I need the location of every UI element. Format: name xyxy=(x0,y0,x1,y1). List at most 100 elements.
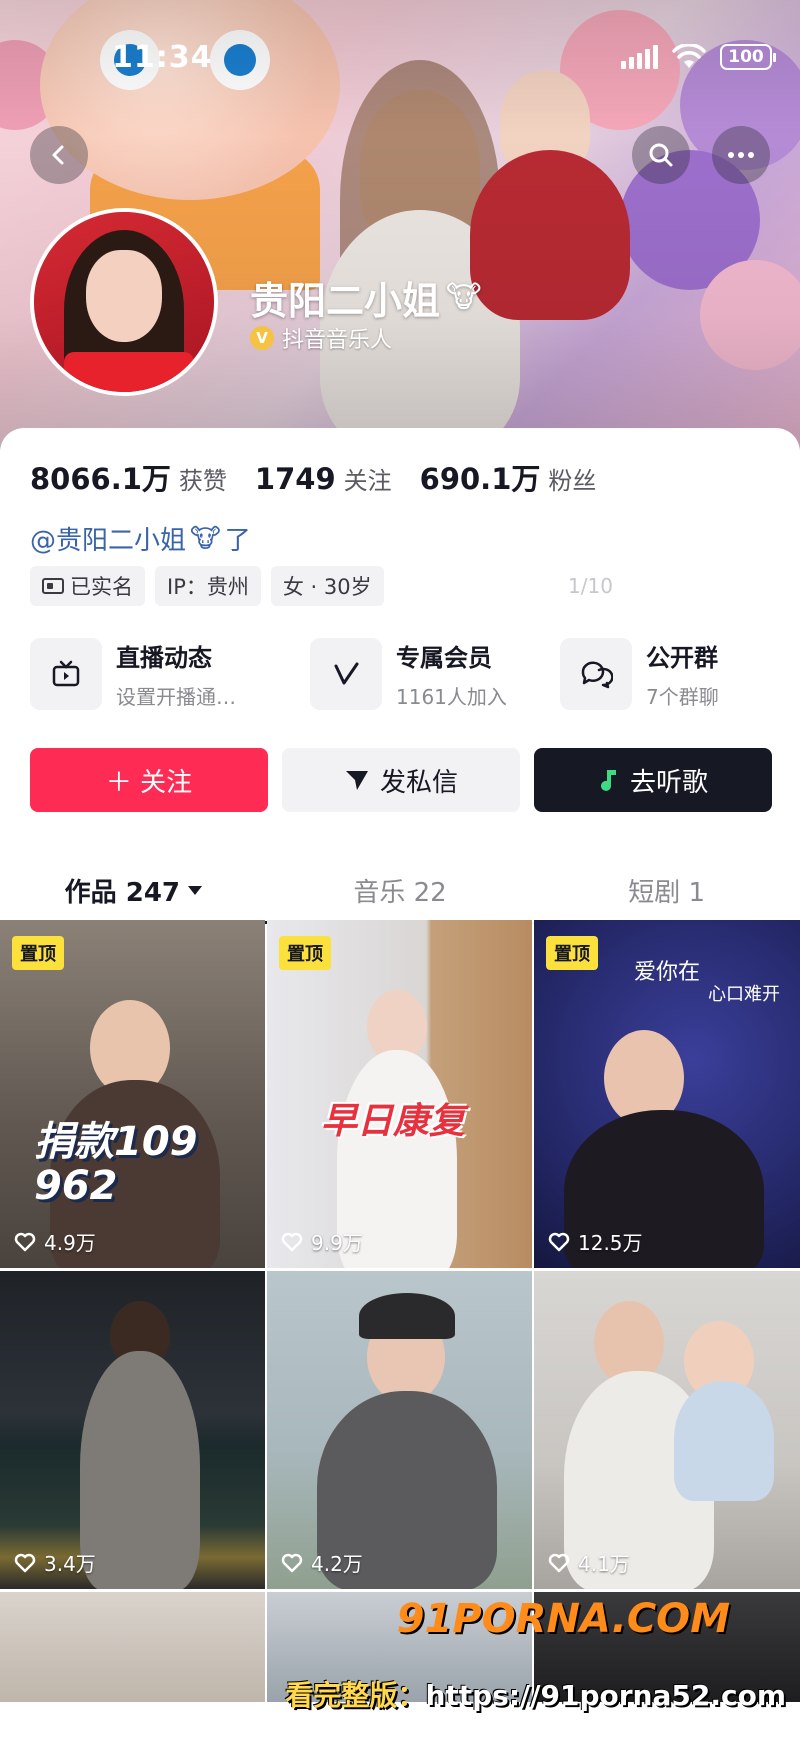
tv-icon xyxy=(30,638,102,710)
faded-text: 1/10 xyxy=(568,574,613,598)
nickname-text: 贵阳二小姐 xyxy=(250,279,441,323)
bio[interactable]: @贵阳二小姐 🐮 了 xyxy=(30,520,251,557)
feature-title: 直播动态 xyxy=(116,644,212,672)
like-count: 4.9万 xyxy=(14,1227,96,1256)
action-buttons: ＋ 关注 发私信 去听歌 xyxy=(30,748,772,812)
heart-icon xyxy=(281,1553,303,1572)
music-note-icon xyxy=(600,770,616,791)
stat-value: 690.1万 xyxy=(419,462,541,496)
chat-bubbles-icon xyxy=(560,638,632,710)
chevron-left-icon xyxy=(52,145,64,165)
like-value: 12.5万 xyxy=(578,1231,643,1255)
avatar-face xyxy=(86,250,162,342)
status-bar: 11:34 100 xyxy=(0,40,800,80)
feature-title: 专属会员 xyxy=(396,644,492,672)
verified-badge-icon: V xyxy=(250,326,274,350)
like-value: 3.4万 xyxy=(44,1552,96,1576)
v-icon xyxy=(310,638,382,710)
stat-likes[interactable]: 8066.1万 获赞 xyxy=(30,456,227,498)
follow-label: ＋ 关注 xyxy=(105,767,193,798)
like-value: 4.9万 xyxy=(44,1231,96,1255)
listen-music-button[interactable]: 去听歌 xyxy=(534,748,772,812)
feature-membership[interactable]: 专属会员 1161人加入 xyxy=(310,638,507,710)
wifi-icon xyxy=(672,44,706,68)
video-card[interactable]: 4.1万 xyxy=(534,1271,800,1589)
tag-verified-realname[interactable]: 已实名 xyxy=(30,566,145,606)
pinned-badge: 置顶 xyxy=(12,936,64,970)
tag-label: IP：贵州 xyxy=(167,575,249,599)
heart-icon xyxy=(14,1553,36,1572)
bio-mention: @贵阳二小姐 xyxy=(30,526,187,556)
video-card[interactable]: 置顶 早日康复 9.9万 xyxy=(267,920,532,1268)
stat-following[interactable]: 1749 关注 xyxy=(255,461,392,496)
like-count: 4.2万 xyxy=(281,1548,363,1577)
avatar[interactable] xyxy=(30,208,218,396)
more-dots-icon xyxy=(728,152,754,158)
pinned-badge: 置顶 xyxy=(279,936,331,970)
video-card[interactable]: 3.4万 xyxy=(0,1271,265,1589)
tab-label: 短剧 1 xyxy=(628,878,706,908)
cow-emoji-icon: 🐮 xyxy=(190,523,221,554)
stat-value: 8066.1万 xyxy=(30,462,171,496)
feature-subtitle: 1161人加入 xyxy=(396,685,507,709)
search-button[interactable] xyxy=(632,126,690,184)
follow-button[interactable]: ＋ 关注 xyxy=(30,748,268,812)
profile-nickname: 贵阳二小姐 🐮 xyxy=(250,270,482,325)
feature-live[interactable]: 直播动态 设置开播通… xyxy=(30,638,236,710)
tab-music[interactable]: 音乐 22 xyxy=(267,858,534,923)
music-label: 去听歌 xyxy=(629,767,708,798)
more-button[interactable] xyxy=(712,126,770,184)
video-overlay-text: 捐款109 962 xyxy=(34,1119,198,1209)
search-icon xyxy=(649,143,673,167)
video-card[interactable] xyxy=(0,1592,265,1702)
verify-label: 抖音音乐人 xyxy=(282,328,393,353)
video-overlay-subtext: 心口难开 xyxy=(708,984,780,1005)
tag-ip-location: IP：贵州 xyxy=(155,566,261,606)
verify-row[interactable]: V 抖音音乐人 xyxy=(250,322,392,354)
video-card[interactable]: 4.2万 xyxy=(267,1271,532,1589)
id-card-icon xyxy=(42,578,64,594)
tab-short-drama[interactable]: 短剧 1 xyxy=(533,858,800,923)
like-count: 12.5万 xyxy=(548,1227,643,1256)
video-card[interactable]: 置顶 捐款109 962 4.9万 xyxy=(0,920,265,1268)
battery-icon: 100 xyxy=(720,44,776,70)
heart-icon xyxy=(548,1553,570,1572)
like-count: 4.1万 xyxy=(548,1548,630,1577)
signal-icon xyxy=(621,45,658,69)
feature-group-chat[interactable]: 公开群 7个群聊 xyxy=(560,638,719,710)
stat-label: 获赞 xyxy=(178,467,227,495)
watermark-url: https://91porna52.com xyxy=(425,1679,786,1712)
tag-label: 已实名 xyxy=(70,575,133,599)
video-card[interactable]: 置顶 爱你在 心口难开 12.5万 xyxy=(534,920,800,1268)
message-button[interactable]: 发私信 xyxy=(282,748,520,812)
heart-icon xyxy=(548,1232,570,1251)
stats-row: 8066.1万 获赞 1749 关注 690.1万 粉丝 xyxy=(30,456,596,498)
feature-title: 公开群 xyxy=(646,644,718,672)
heart-icon xyxy=(14,1232,36,1251)
like-value: 9.9万 xyxy=(311,1231,363,1255)
tab-label: 音乐 22 xyxy=(353,878,447,908)
status-time: 11:34 xyxy=(112,40,213,75)
video-overlay-text: 爱你在 xyxy=(634,960,701,985)
stat-followers[interactable]: 690.1万 粉丝 xyxy=(420,456,597,498)
like-value: 4.2万 xyxy=(311,1552,363,1576)
watermark: 91PORNA.COM 看完整版：https://91porna52.com xyxy=(285,1590,800,1740)
caret-down-icon xyxy=(188,886,202,895)
avatar-dress xyxy=(64,352,194,392)
back-button[interactable] xyxy=(30,126,88,184)
watermark-brand: 91PORNA.COM xyxy=(396,1596,730,1642)
feature-subtitle: 7个群聊 xyxy=(646,685,719,709)
cow-emoji-icon: 🐮 xyxy=(446,280,482,315)
status-icons: 100 xyxy=(621,44,776,70)
tag-label: 女 · 30岁 xyxy=(282,575,372,599)
profile-tags: 已实名 IP：贵州 女 · 30岁 xyxy=(30,566,384,606)
video-grid: 置顶 捐款109 962 4.9万 置顶 早日康复 9.9万 置顶 爱你在 心口… xyxy=(0,920,800,1702)
send-icon xyxy=(345,771,368,790)
video-overlay-text: 早日康复 xyxy=(321,1101,466,1142)
watermark-prefix: 看完整版： xyxy=(285,1679,426,1712)
bio-suffix: 了 xyxy=(224,526,251,556)
tab-works[interactable]: 作品 247 xyxy=(0,858,267,924)
message-label: 发私信 xyxy=(379,767,458,798)
heart-icon xyxy=(281,1232,303,1251)
feature-subtitle: 设置开播通… xyxy=(116,685,236,709)
